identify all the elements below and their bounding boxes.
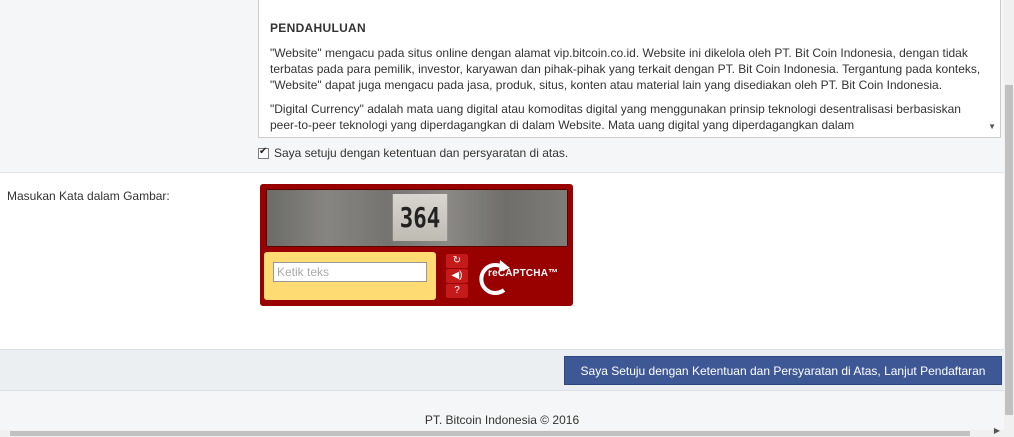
terms-box[interactable]: PENDAHULUAN "Website" mengacu pada situs… [258,0,1001,138]
agree-checkbox[interactable] [258,146,269,159]
terms-section: PENDAHULUAN "Website" mengacu pada situs… [0,0,1004,172]
terms-content: PENDAHULUAN "Website" mengacu pada situs… [270,21,982,137]
recaptcha-logo: reCAPTCHA™ [474,256,566,300]
action-bar: Saya Setuju dengan Ketentuan dan Persyar… [0,349,1004,391]
terms-paragraph: "Digital Currency" adalah mata uang digi… [270,102,961,132]
agree-row: Saya setuju dengan ketentuan dan persyar… [258,146,568,160]
scrollbar-thumb[interactable] [1005,85,1013,415]
captcha-controls: ↻ ◀) ? [446,254,468,299]
refresh-icon[interactable]: ↻ [446,254,468,268]
page-vertical-scrollbar[interactable] [1004,0,1014,430]
captcha-image-text: 364 [392,194,448,241]
scroll-down-arrow-icon[interactable]: ▼ [988,122,996,131]
terms-paragraph: "Website" mengacu pada situs online deng… [270,46,981,92]
terms-scrollbar[interactable]: ▼ [983,0,1000,137]
captcha-input[interactable] [273,262,427,282]
captcha-section: Masukan Kata dalam Gambar: 364 ↻ ◀) ? re… [0,172,1004,350]
continue-registration-button[interactable]: Saya Setuju dengan Ketentuan dan Persyar… [564,356,1002,385]
terms-heading: PENDAHULUAN [270,21,366,35]
audio-icon[interactable]: ◀) [446,269,468,283]
scroll-right-arrow-icon[interactable]: ▶ [994,426,1000,435]
agree-label: Saya setuju dengan ketentuan dan persyar… [274,146,569,160]
page-horizontal-scrollbar[interactable]: ▶ [0,426,1014,437]
captcha-input-area [264,252,436,300]
scrollbar-thumb[interactable] [10,431,970,436]
recaptcha-logo-text: reCAPTCHA™ [488,268,559,279]
captcha-image: 364 [266,189,568,247]
captcha-label: Masukan Kata dalam Gambar: [7,189,170,203]
copyright-text: PT. Bitcoin Indonesia © 2016 [424,413,580,427]
recaptcha-widget: 364 ↻ ◀) ? reCAPTCHA™ [260,184,573,306]
help-icon[interactable]: ? [446,284,468,298]
